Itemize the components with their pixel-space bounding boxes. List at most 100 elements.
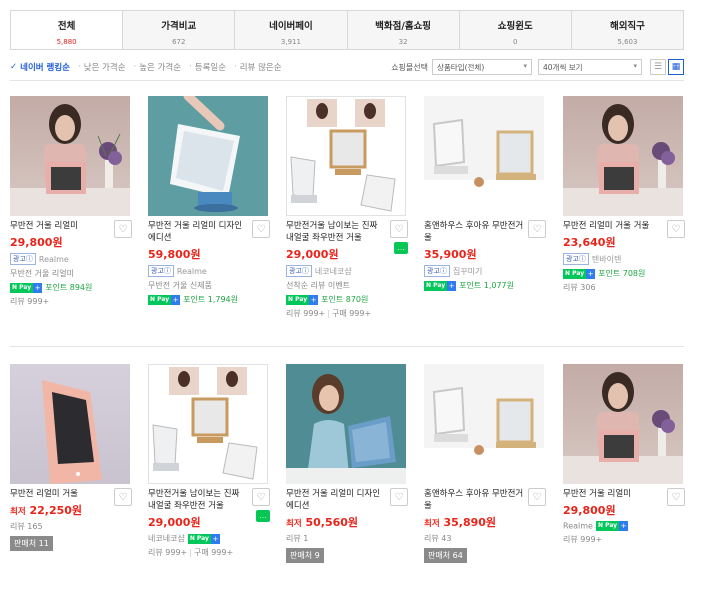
grid-view-button[interactable]: ▦	[668, 59, 684, 75]
check-icon: ✓	[10, 62, 18, 72]
wishlist-heart-icon[interactable]: ♡	[114, 488, 132, 506]
tab-label: 가격비교	[161, 21, 197, 32]
review-count[interactable]: 리뷰 306	[563, 282, 687, 293]
review-count[interactable]: 리뷰 1	[286, 533, 410, 544]
product-price: 35,890원	[443, 516, 497, 529]
tab-all[interactable]: 전체 5,880	[11, 11, 123, 49]
sort-label: 등록일순	[194, 63, 227, 73]
wishlist-heart-icon[interactable]: ♡	[667, 488, 685, 506]
product-image[interactable]	[148, 364, 268, 484]
product-image[interactable]	[424, 96, 544, 216]
list-view-button[interactable]: ☰	[650, 59, 666, 75]
sort-date[interactable]: · 등록일순	[189, 61, 226, 73]
wishlist-heart-icon[interactable]: ♡	[528, 220, 546, 238]
mall-name[interactable]: Realme	[39, 255, 69, 264]
sort-review[interactable]: · 리뷰 많은순	[234, 61, 282, 73]
mirror-photo-icon	[424, 364, 544, 484]
tab-shopping-window[interactable]: 쇼핑윈도 0	[458, 11, 571, 49]
seller-count-button[interactable]: 판매처 11	[10, 536, 53, 551]
mall-name[interactable]: 네코네코샵	[315, 266, 352, 277]
mall-name[interactable]: 텐바이텐	[592, 254, 621, 265]
grid-icon: ▦	[671, 62, 681, 72]
product-name[interactable]: 무반전거울 남이보는 진짜 내얼굴 좌우반전 거울	[286, 220, 386, 244]
mall-select-label[interactable]: 쇼핑몰선택	[391, 62, 428, 73]
plus-icon: +	[586, 268, 596, 279]
product-name[interactable]: 홈앤하우스 후아유 무반전거울	[424, 488, 524, 512]
product-card: 무반전거울 남이보는 진짜 내얼굴 좌우반전 거울 ♡ … 29,000원 네코…	[148, 364, 272, 558]
product-name[interactable]: 홈앤하우스 후아유 무반전거울	[424, 220, 524, 244]
point-text: 포인트 870원	[321, 295, 369, 304]
product-image[interactable]	[286, 96, 406, 216]
product-name[interactable]: 무반전 거울 리얼미 디자인 에디션	[286, 488, 386, 512]
point-text: 포인트 894원	[45, 283, 93, 292]
mall-name[interactable]: Realme	[563, 522, 593, 531]
product-name[interactable]: 무반전 거울 리얼미	[563, 488, 663, 500]
sort-ranking[interactable]: ✓ 네이버 랭킹순	[10, 61, 70, 73]
review-count[interactable]: 리뷰 999+	[563, 534, 687, 545]
wishlist-heart-icon[interactable]: ♡	[252, 220, 270, 238]
bullet-icon: ·	[133, 62, 137, 72]
page-size-select[interactable]: 40개씩 보기 ▾	[538, 59, 642, 75]
product-name[interactable]: 무반전 리얼미 거울 거울	[563, 220, 663, 232]
ad-badge[interactable]: 광고ⓘ	[148, 265, 174, 277]
tab-naverpay[interactable]: 네이버페이 3,911	[234, 11, 346, 49]
plus-icon: +	[171, 294, 181, 305]
wishlist-heart-icon[interactable]: ♡	[528, 488, 546, 506]
tab-overseas[interactable]: 해외직구 5,603	[570, 11, 683, 49]
tab-count: 5,880	[56, 38, 77, 46]
seller-count-button[interactable]: 판매처 9	[286, 548, 324, 563]
product-image[interactable]	[563, 364, 683, 484]
mall-name[interactable]: 집꾸미기	[453, 266, 482, 277]
ad-badge[interactable]: 광고ⓘ	[286, 265, 312, 277]
ad-badge[interactable]: 광고ⓘ	[10, 253, 36, 265]
product-name[interactable]: 무반전 거울 리얼미 디자인 에디션	[148, 220, 248, 244]
mirror-photo-icon	[152, 367, 258, 480]
category-tabs: 전체 5,880 가격비교 672 네이버페이 3,911 백화점/홈쇼핑 32 쇼핑윈…	[10, 10, 684, 50]
review-count[interactable]: 리뷰 999+	[286, 309, 325, 318]
product-type-select[interactable]: 상품타입(전체) ▾	[432, 59, 532, 75]
product-image[interactable]	[10, 364, 130, 484]
review-count[interactable]: 리뷰 999+	[10, 296, 134, 307]
review-count[interactable]: 리뷰 43	[424, 533, 548, 544]
lowest-price-label: 최저	[424, 519, 440, 529]
mirror-photo-icon	[286, 364, 406, 484]
wishlist-heart-icon[interactable]: ♡	[390, 220, 408, 238]
product-image[interactable]	[286, 364, 406, 484]
product-image[interactable]	[10, 96, 130, 216]
mirror-photo-icon	[424, 96, 544, 216]
bullet-icon: ·	[234, 62, 237, 72]
product-image[interactable]	[424, 364, 544, 484]
wishlist-heart-icon[interactable]: ♡	[390, 488, 408, 506]
mall-name[interactable]: 네코네코샵	[148, 534, 185, 543]
wishlist-heart-icon[interactable]: ♡	[252, 488, 270, 506]
product-name[interactable]: 무반전 거울 리얼미	[10, 220, 110, 232]
product-price: 50,560원	[305, 516, 359, 529]
product-name[interactable]: 무반전거울 남이보는 진짜 내얼굴 좌우반전 거울	[148, 488, 248, 512]
product-card: 무반전 리얼미 거울 거울 ♡ 23,640원 광고ⓘ 텐바이텐 N Pay + 포인…	[563, 96, 687, 293]
wishlist-heart-icon[interactable]: ♡	[114, 220, 132, 238]
mall-subtitle: 선착순 리뷰 이벤트	[286, 281, 350, 290]
review-count[interactable]: 리뷰 165	[10, 521, 134, 532]
product-image[interactable]	[148, 96, 268, 216]
talk-chat-icon[interactable]: …	[394, 242, 408, 254]
plus-icon: +	[619, 521, 629, 531]
tab-department[interactable]: 백화점/홈쇼핑 32	[346, 11, 459, 49]
product-image[interactable]	[563, 96, 683, 216]
wishlist-heart-icon[interactable]: ♡	[667, 220, 685, 238]
plus-icon: +	[33, 282, 43, 293]
sort-bar: ✓ 네이버 랭킹순 · 낮은 가격순 · 높은 가격순 · 등록일순 · 리뷰 많은순 쇼…	[10, 58, 684, 76]
sort-low-price[interactable]: · 낮은 가격순	[78, 61, 126, 73]
product-name[interactable]: 무반전 리얼미 거울	[10, 488, 110, 500]
plus-icon: +	[309, 294, 319, 305]
sort-high-price[interactable]: · 높은 가격순	[134, 61, 182, 73]
product-price: 29,000원	[148, 516, 201, 529]
ad-badge[interactable]: 광고ⓘ	[424, 265, 450, 277]
ad-badge[interactable]: 광고ⓘ	[563, 253, 589, 265]
mirror-photo-icon	[148, 96, 268, 216]
review-count[interactable]: 리뷰 999+	[148, 548, 187, 557]
mall-name[interactable]: Realme	[177, 267, 207, 276]
bullet-icon: ·	[78, 62, 81, 72]
seller-count-button[interactable]: 판매처 64	[424, 548, 467, 563]
talk-chat-icon[interactable]: …	[256, 510, 270, 522]
tab-price-compare[interactable]: 가격비교 672	[122, 11, 234, 49]
